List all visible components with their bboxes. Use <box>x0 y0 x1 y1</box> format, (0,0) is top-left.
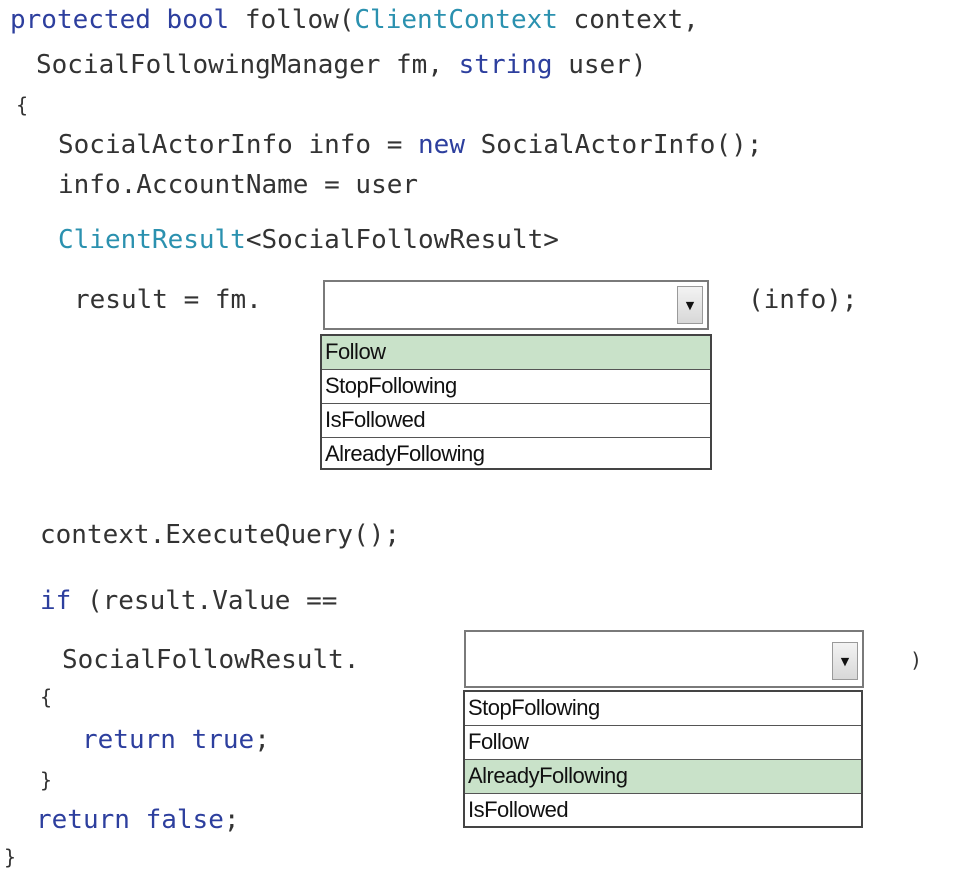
code-line-executequery: context.ExecuteQuery(); <box>40 520 401 550</box>
info-declaration: SocialActorInfo info = <box>58 130 419 160</box>
code-line-if: if (result.Value == <box>40 586 337 616</box>
option-isfollowed[interactable]: IsFollowed <box>465 794 861 828</box>
param-fm: SocialFollowingManager fm, <box>36 50 459 80</box>
if-condition: (result.Value == <box>71 586 338 616</box>
method-select-dropdown[interactable]: ▼ <box>323 280 709 330</box>
code-line-new-info: SocialActorInfo info = new SocialActorIn… <box>58 130 762 160</box>
option-follow[interactable]: Follow <box>465 726 861 760</box>
result-options-list: StopFollowing Follow AlreadyFollowing Is… <box>463 690 863 828</box>
param-context: context, <box>557 5 699 35</box>
generic-arg: <SocialFollowResult> <box>245 225 559 255</box>
code-line-params: SocialFollowingManager fm, string user) <box>36 50 646 80</box>
keyword-string: string <box>458 50 553 80</box>
code-line-followresult: SocialFollowResult. <box>62 645 360 675</box>
semicolon: ; <box>223 805 240 835</box>
keyword-if: if <box>40 586 72 616</box>
if-open-brace: { <box>40 685 53 709</box>
keyword-return: return <box>82 725 176 755</box>
code-call-args: (info); <box>748 285 858 315</box>
code-line-return-true: return true; <box>82 725 270 755</box>
code-line-accountname: info.AccountName = user <box>58 170 419 200</box>
option-stopfollowing[interactable]: StopFollowing <box>322 370 710 404</box>
type-clientresult: ClientResult <box>58 225 246 255</box>
keyword-bool: bool <box>166 5 230 35</box>
chevron-down-icon[interactable]: ▼ <box>677 286 703 324</box>
keyword-true: true <box>191 725 255 755</box>
option-stopfollowing[interactable]: StopFollowing <box>465 692 861 726</box>
option-alreadyfollowing[interactable]: AlreadyFollowing <box>465 760 861 794</box>
keyword-new: new <box>418 130 465 160</box>
if-close-brace: } <box>40 768 53 792</box>
param-user: user) <box>552 50 647 80</box>
code-line-result-assign: result = fm. <box>74 285 262 315</box>
option-isfollowed[interactable]: IsFollowed <box>322 404 710 438</box>
result-select-dropdown[interactable]: ▼ <box>464 630 864 688</box>
code-line-signature: protected bool follow(ClientContext cont… <box>10 5 699 35</box>
chevron-down-icon[interactable]: ▼ <box>832 642 858 680</box>
keyword-false: false <box>145 805 224 835</box>
keyword-return: return <box>36 805 130 835</box>
constructor-call: SocialActorInfo(); <box>465 130 763 160</box>
close-brace: } <box>4 845 17 869</box>
keyword-protected: protected <box>10 5 151 35</box>
method-name: follow( <box>229 5 355 35</box>
type-clientcontext: ClientContext <box>354 5 558 35</box>
close-paren: ) <box>910 648 923 672</box>
option-alreadyfollowing[interactable]: AlreadyFollowing <box>322 438 710 472</box>
method-options-list: Follow StopFollowing IsFollowed AlreadyF… <box>320 334 712 470</box>
code-line-clientresult: ClientResult<SocialFollowResult> <box>58 225 559 255</box>
option-follow[interactable]: Follow <box>322 336 710 370</box>
open-brace: { <box>16 93 29 117</box>
code-line-return-false: return false; <box>36 805 240 835</box>
semicolon: ; <box>254 725 270 755</box>
